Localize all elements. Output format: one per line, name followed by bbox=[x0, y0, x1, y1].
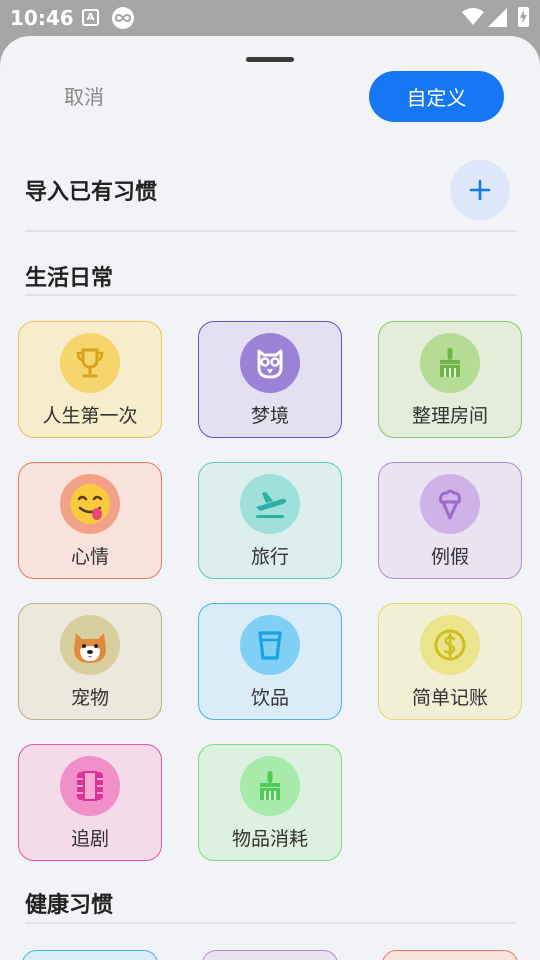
habit-card-label: 人生第一次 bbox=[42, 405, 138, 427]
battery-icon bbox=[518, 7, 529, 27]
habit-card-label: 梦境 bbox=[250, 405, 289, 427]
divider bbox=[25, 922, 516, 924]
cloud-notification-icon bbox=[112, 7, 134, 29]
cancel-button[interactable]: 取消 bbox=[64, 81, 104, 110]
habit-card[interactable]: 梦境 bbox=[198, 321, 342, 438]
habit-card-peek[interactable] bbox=[202, 950, 338, 960]
habit-card[interactable]: 人生第一次 bbox=[18, 321, 162, 438]
signal-icon bbox=[488, 8, 507, 27]
habit-card[interactable]: 心情 bbox=[18, 462, 162, 579]
wifi-icon bbox=[462, 8, 484, 25]
habit-card-label: 旅行 bbox=[250, 546, 289, 568]
custom-button[interactable]: 自定义 bbox=[369, 71, 504, 122]
broom-icon bbox=[420, 333, 480, 393]
habit-card-label: 宠物 bbox=[70, 687, 109, 709]
divider bbox=[25, 230, 516, 232]
a-badge-icon: A bbox=[82, 9, 99, 26]
section-title-health: 健康习惯 bbox=[25, 893, 114, 918]
divider bbox=[25, 294, 516, 296]
bottom-sheet: 取消 自定义 导入已有习惯 生活日常 人生第一次 梦境 整理房间心情 旅行 例假宠物 饮品… bbox=[0, 36, 540, 960]
import-title: 导入已有习惯 bbox=[25, 180, 158, 205]
habit-card-label: 物品消耗 bbox=[231, 828, 308, 850]
section-title-daily: 生活日常 bbox=[25, 266, 114, 291]
owl-icon bbox=[240, 333, 300, 393]
habit-card[interactable]: 整理房间 bbox=[378, 321, 522, 438]
habit-card[interactable]: 追剧 bbox=[18, 744, 162, 861]
habit-card-label: 整理房间 bbox=[411, 405, 488, 427]
icecream-icon bbox=[420, 474, 480, 534]
coin-icon bbox=[420, 615, 480, 675]
habit-card-label: 饮品 bbox=[250, 687, 289, 709]
habit-card[interactable]: 旅行 bbox=[198, 462, 342, 579]
film-icon bbox=[60, 756, 120, 816]
airplane-icon bbox=[240, 474, 300, 534]
drag-handle[interactable] bbox=[246, 57, 294, 62]
habit-card-peek[interactable] bbox=[382, 950, 518, 960]
habit-card[interactable]: 物品消耗 bbox=[198, 744, 342, 861]
trophy-icon bbox=[60, 333, 120, 393]
habit-card-label: 心情 bbox=[70, 546, 109, 568]
status-bar: 10:46 A bbox=[0, 0, 540, 36]
habit-card-label: 追剧 bbox=[70, 828, 109, 850]
status-time: 10:46 bbox=[10, 6, 74, 30]
habit-card[interactable]: 饮品 bbox=[198, 603, 342, 720]
plus-icon bbox=[469, 179, 491, 201]
import-add-button[interactable] bbox=[450, 160, 510, 220]
habit-card[interactable]: 宠物 bbox=[18, 603, 162, 720]
habit-card[interactable]: 例假 bbox=[378, 462, 522, 579]
cup-icon bbox=[240, 615, 300, 675]
habit-card[interactable]: 简单记账 bbox=[378, 603, 522, 720]
emoji-icon bbox=[60, 474, 120, 534]
dog-icon bbox=[60, 615, 120, 675]
habit-card-label: 例假 bbox=[430, 546, 469, 568]
habit-card-label: 简单记账 bbox=[411, 687, 488, 709]
habit-card-peek[interactable] bbox=[22, 950, 158, 960]
broom-icon bbox=[240, 756, 300, 816]
